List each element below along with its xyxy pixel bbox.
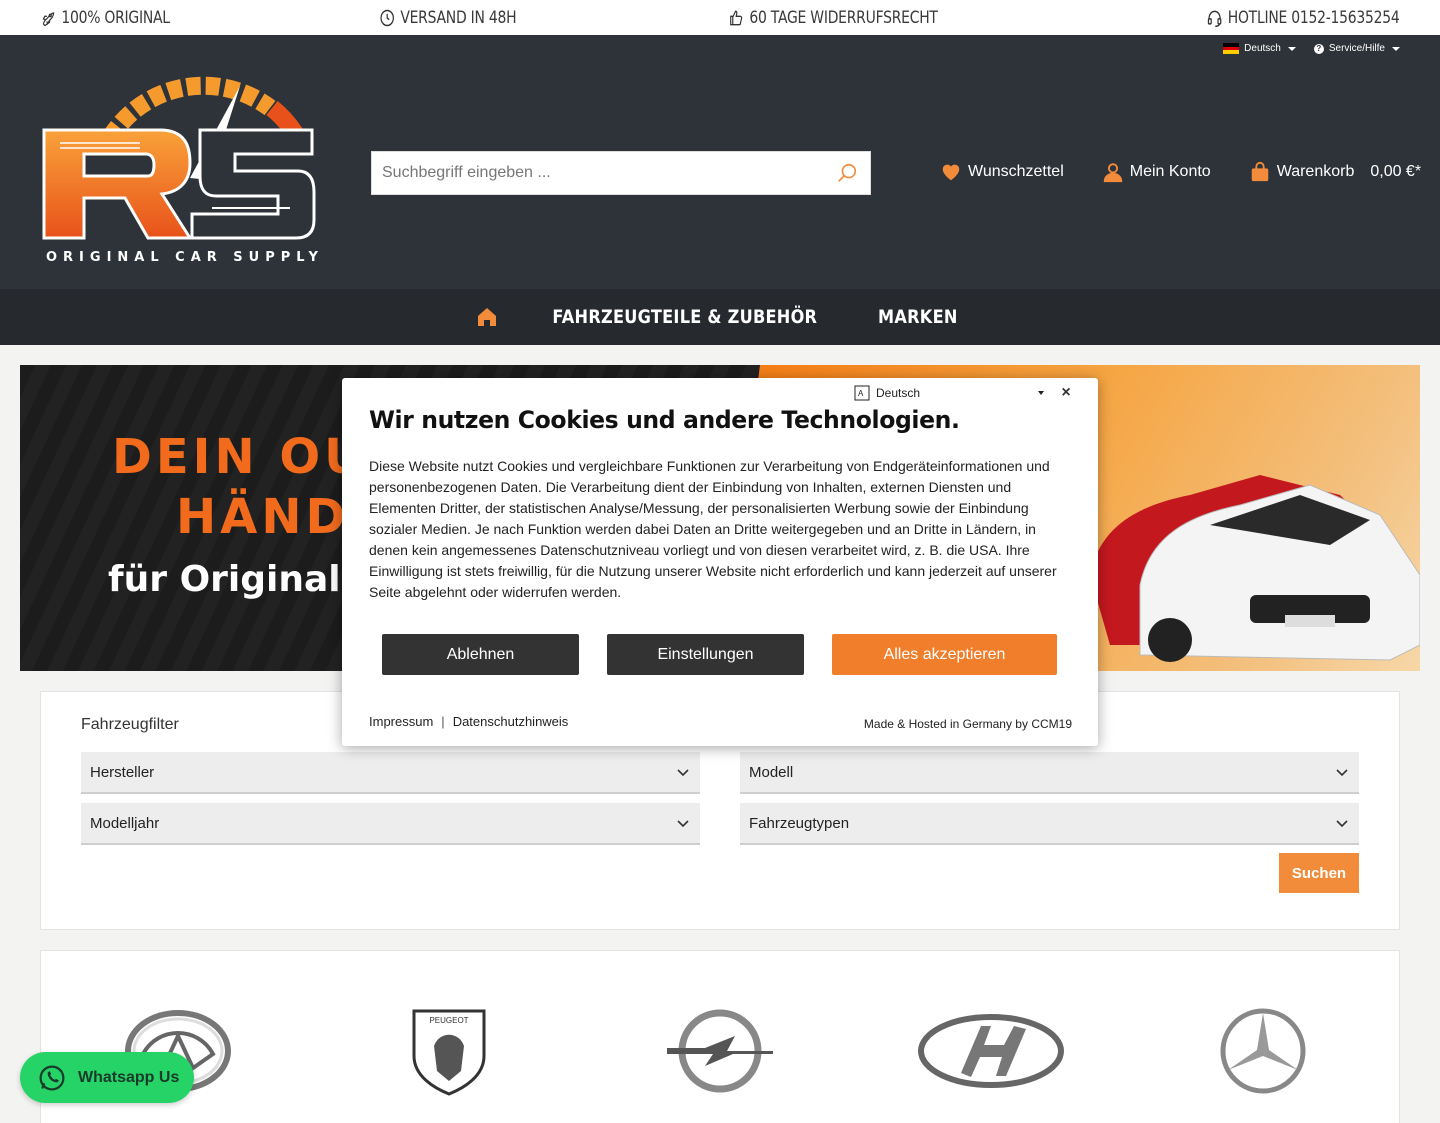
cookie-language-select[interactable]: A Deutsch bbox=[854, 384, 1044, 402]
clock-icon bbox=[380, 9, 395, 26]
filter-search-button[interactable]: Suchen bbox=[1279, 853, 1359, 893]
usp-hotline[interactable]: HOTLINE 0152-15635254 bbox=[1207, 8, 1400, 28]
whatsapp-button[interactable]: Whatsapp Us bbox=[20, 1052, 194, 1103]
usp-return: 60 TAGE WIDERRUFSRECHT bbox=[728, 8, 938, 28]
privacy-link[interactable]: Datenschutzhinweis bbox=[453, 714, 569, 729]
close-icon[interactable]: × bbox=[1058, 384, 1074, 404]
brand-peugeot[interactable]: PEUGEOT bbox=[374, 1006, 524, 1096]
chevron-down-icon bbox=[677, 820, 689, 828]
header-actions: Wunschzettel Mein Konto Warenkorb 0,00 €… bbox=[940, 161, 1421, 183]
translate-icon: A bbox=[854, 385, 870, 401]
cart-link[interactable]: Warenkorb 0,00 €* bbox=[1249, 161, 1421, 183]
chevron-down-icon bbox=[677, 769, 689, 777]
banner-headline-1: DEIN OU bbox=[112, 429, 368, 485]
question-icon: ? bbox=[1313, 43, 1324, 54]
nav-item-vehicle-parts[interactable]: FAHRZEUGTEILE & ZUBEHÖR bbox=[553, 306, 818, 328]
cookie-links: Impressum | Datenschutzhinweis bbox=[369, 714, 568, 729]
rs-logo[interactable]: RS bbox=[40, 68, 320, 268]
account-link[interactable]: Mein Konto bbox=[1102, 161, 1211, 183]
search-bar bbox=[371, 151, 871, 195]
peugeot-logo-icon: PEUGEOT bbox=[412, 1009, 486, 1096]
caret-down-icon bbox=[1038, 391, 1044, 395]
home-icon[interactable] bbox=[475, 305, 499, 329]
accept-all-button[interactable]: Alles akzeptieren bbox=[832, 634, 1057, 675]
main-navigation: FAHRZEUGTEILE & ZUBEHÖR MARKEN bbox=[0, 289, 1440, 345]
settings-button[interactable]: Einstellungen bbox=[607, 634, 804, 675]
filter-title: Fahrzeugfilter bbox=[81, 716, 179, 733]
german-flag-icon bbox=[1223, 43, 1240, 55]
link-separator: | bbox=[441, 714, 445, 729]
car-image bbox=[1090, 475, 1420, 662]
cart-price: 0,00 €* bbox=[1370, 163, 1422, 180]
service-help-menu[interactable]: ? Service/Hilfe bbox=[1313, 43, 1400, 54]
wishlist-link[interactable]: Wunschzettel bbox=[940, 161, 1064, 183]
whatsapp-icon bbox=[39, 1065, 65, 1090]
chevron-down-icon bbox=[1336, 820, 1348, 828]
language-switcher[interactable]: Deutsch bbox=[1223, 43, 1296, 55]
cookie-title: Wir nutzen Cookies und andere Technologi… bbox=[369, 406, 960, 434]
imprint-link[interactable]: Impressum bbox=[369, 714, 433, 729]
vehicle-types-select[interactable]: Fahrzeugtypen bbox=[740, 803, 1359, 845]
banner-headline-2: HÄND bbox=[176, 489, 350, 545]
caret-down-icon bbox=[1392, 46, 1400, 51]
svg-text:A: A bbox=[858, 389, 864, 398]
heart-icon bbox=[942, 164, 960, 181]
cookie-consent-dialog: A Deutsch × Wir nutzen Cookies und ander… bbox=[342, 378, 1098, 746]
brand-opel[interactable] bbox=[645, 1006, 795, 1096]
nav-item-brands[interactable]: MARKEN bbox=[878, 306, 958, 328]
model-select[interactable]: Modell bbox=[740, 752, 1359, 794]
mercedes-logo-icon bbox=[1220, 1008, 1306, 1094]
top-links: Deutsch ? Service/Hilfe bbox=[1223, 43, 1400, 55]
shopping-bag-icon bbox=[1251, 161, 1268, 182]
brand-mercedes[interactable] bbox=[1188, 1006, 1338, 1096]
site-header: Deutsch ? Service/Hilfe RS ORIGINAL CAR … bbox=[0, 35, 1440, 289]
brands-section: PEUGEOT bbox=[40, 950, 1400, 1123]
hyundai-logo-icon bbox=[918, 1014, 1064, 1088]
usp-bar: 100% ORIGINAL VERSAND IN 48H 60 TAGE WID… bbox=[0, 0, 1440, 35]
usp-original: 100% ORIGINAL bbox=[40, 8, 170, 28]
chevron-down-icon bbox=[1336, 769, 1348, 777]
opel-logo-icon bbox=[667, 1009, 773, 1093]
cookie-text: Diese Website nutzt Cookies und vergleic… bbox=[369, 458, 1057, 600]
decline-button[interactable]: Ablehnen bbox=[382, 634, 579, 675]
model-year-select[interactable]: Modelljahr bbox=[81, 803, 700, 845]
logo-tagline: ORIGINAL CAR SUPPLY bbox=[46, 250, 324, 265]
brand-hyundai[interactable] bbox=[916, 1006, 1066, 1096]
search-button[interactable] bbox=[824, 152, 870, 194]
usp-shipping: VERSAND IN 48H bbox=[379, 8, 517, 28]
rocket-icon bbox=[42, 11, 55, 26]
headset-icon bbox=[1208, 10, 1222, 27]
user-icon bbox=[1103, 163, 1122, 183]
caret-down-icon bbox=[1287, 46, 1296, 51]
search-input[interactable] bbox=[372, 152, 824, 194]
cookie-made-by: Made & Hosted in Germany by CCM19 bbox=[863, 717, 1072, 731]
search-icon bbox=[838, 163, 857, 182]
svg-text:PEUGEOT: PEUGEOT bbox=[429, 1016, 468, 1025]
manufacturer-select[interactable]: Hersteller bbox=[81, 752, 700, 794]
thumbs-up-icon bbox=[729, 10, 742, 25]
banner-subline: für Original A bbox=[108, 559, 382, 600]
